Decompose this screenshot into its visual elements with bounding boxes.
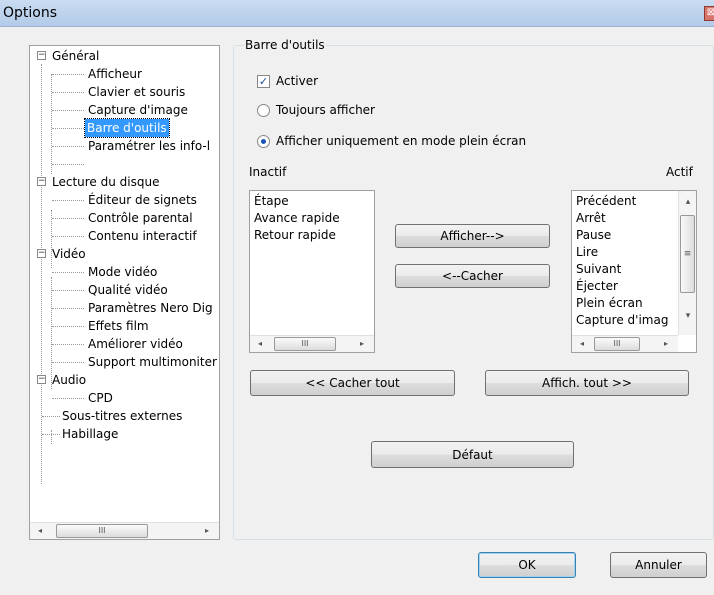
cancel-button[interactable]: Annuler (610, 552, 707, 578)
active-list-horizontal-scrollbar[interactable]: ◂ III ▸ (572, 335, 678, 352)
close-icon[interactable]: ⊠ (704, 6, 714, 21)
tree-item-support-multimoniteur[interactable]: Support multimoniter (86, 353, 219, 371)
tree-line (52, 218, 84, 219)
tree-line (42, 416, 60, 417)
tree-line (52, 200, 84, 201)
collapse-icon[interactable]: − (37, 375, 46, 384)
list-item[interactable]: Avance rapide (254, 210, 340, 227)
fullscreen-only-radio[interactable] (257, 135, 270, 148)
always-show-label: Toujours afficher (276, 103, 375, 117)
scroll-thumb[interactable]: III (594, 337, 640, 351)
collapse-icon[interactable]: − (37, 51, 46, 60)
scroll-left-icon[interactable]: ◂ (32, 523, 48, 539)
scroll-left-icon[interactable]: ◂ (574, 336, 590, 352)
fullscreen-only-label: Afficher uniquement en mode plein écran (276, 134, 527, 148)
tree-line (52, 362, 84, 363)
active-list-vertical-scrollbar[interactable]: ▴ ≡ ▾ (678, 191, 696, 335)
tree-line (41, 64, 42, 484)
title-bar[interactable]: Options ⊠ (0, 0, 714, 27)
tree-item-qualite-video[interactable]: Qualité vidéo (86, 281, 170, 299)
tree-line (52, 236, 84, 237)
ok-button[interactable]: OK (478, 552, 576, 578)
show-button[interactable]: Afficher--> (395, 224, 550, 248)
scroll-thumb[interactable]: III (274, 337, 336, 351)
tree-line (52, 164, 84, 165)
tree-line (52, 398, 84, 399)
tree-line (52, 290, 84, 291)
list-item[interactable]: Précédent (576, 193, 636, 210)
tree-item-video[interactable]: Vidéo (50, 245, 88, 263)
tree-item-sous-titres[interactable]: Sous-titres externes (60, 407, 184, 425)
tree-line (51, 74, 52, 174)
tree-line (52, 92, 84, 93)
scroll-right-icon[interactable]: ▸ (199, 523, 215, 539)
inactive-list-scrollbar[interactable]: ◂ III ▸ (250, 335, 374, 352)
activate-checkbox[interactable]: ✓ (257, 75, 270, 88)
always-show-radio[interactable] (257, 104, 270, 117)
hide-all-button[interactable]: << Cacher tout (250, 370, 455, 396)
options-tree[interactable]: − − − − Général Afficheur Clavier et sou… (29, 45, 220, 540)
tree-item-general[interactable]: Général (50, 47, 101, 65)
tree-item-capture-image[interactable]: Capture d'image (86, 101, 190, 119)
window-title: Options (3, 5, 58, 21)
tree-line (52, 110, 84, 111)
tree-item-controle-parental[interactable]: Contrôle parental (86, 209, 195, 227)
tree-line (51, 430, 52, 444)
scroll-left-icon[interactable]: ◂ (252, 336, 268, 352)
tree-line (52, 74, 84, 75)
tree-item-cpd[interactable]: CPD (86, 389, 115, 407)
list-item[interactable]: Lire (576, 244, 598, 261)
tree-item-lecture-disque[interactable]: Lecture du disque (50, 173, 161, 191)
tree-horizontal-scrollbar[interactable]: ◂ III ▸ (30, 522, 219, 539)
tree-line (42, 434, 60, 435)
active-list[interactable]: Précédent Arrêt Pause Lire Suivant Éject… (571, 190, 697, 353)
show-all-button[interactable]: Affich. tout >> (485, 370, 689, 396)
inactive-label: Inactif (249, 165, 287, 179)
tree-line (52, 344, 84, 345)
group-title: Barre d'outils (244, 38, 326, 52)
scroll-right-icon[interactable]: ▸ (658, 336, 674, 352)
tree-line (52, 326, 84, 327)
tree-item-clavier-souris[interactable]: Clavier et souris (86, 83, 187, 101)
hide-button[interactable]: <--Cacher (395, 264, 550, 288)
list-item[interactable]: Capture d'imag (576, 312, 668, 329)
options-window: Options ⊠ − − − − Général Afficheur Clav… (0, 0, 714, 595)
scroll-down-icon[interactable]: ▾ (680, 309, 696, 323)
tree-line (52, 272, 84, 273)
list-item[interactable]: Étape (254, 193, 289, 210)
tree-line (52, 128, 84, 129)
tree-line (52, 146, 84, 147)
list-item[interactable]: Arrêt (576, 210, 606, 227)
tree-line (52, 308, 84, 309)
list-item[interactable]: Suivant (576, 261, 621, 278)
tree-item-afficheur[interactable]: Afficheur (86, 65, 144, 83)
tree-item-audio[interactable]: Audio (50, 371, 88, 389)
list-item[interactable]: Pause (576, 227, 611, 244)
list-item[interactable]: Éjecter (576, 278, 618, 295)
tree-item-effets-film[interactable]: Effets film (86, 317, 151, 335)
tree-item-info-bulles[interactable]: Paramétrer les info-l (86, 137, 212, 155)
scroll-right-icon[interactable]: ▸ (354, 336, 370, 352)
inactive-list[interactable]: Étape Avance rapide Retour rapide ◂ III … (249, 190, 375, 353)
tree-item-editeur-signets[interactable]: Éditeur de signets (86, 191, 199, 209)
scroll-thumb[interactable]: ≡ (680, 215, 695, 293)
activate-label: Activer (276, 74, 319, 88)
scroll-thumb[interactable]: III (56, 524, 148, 538)
tree-item-ameliorer-video[interactable]: Améliorer vidéo (86, 335, 185, 353)
list-item[interactable]: Retour rapide (254, 227, 336, 244)
collapse-icon[interactable]: − (37, 249, 46, 258)
default-button[interactable]: Défaut (371, 441, 574, 468)
tree-item-contenu-interactif[interactable]: Contenu interactif (86, 227, 199, 245)
tree-item-barre-outils[interactable]: Barre d'outils (84, 118, 170, 138)
tree-item-habillage[interactable]: Habillage (60, 425, 120, 443)
tree-item-parametres-nero[interactable]: Paramètres Nero Dig (86, 299, 215, 317)
tree-item-mode-video[interactable]: Mode vidéo (86, 263, 159, 281)
scroll-up-icon[interactable]: ▴ (680, 195, 696, 209)
active-label: Actif (666, 165, 693, 179)
list-item[interactable]: Plein écran (576, 295, 643, 312)
collapse-icon[interactable]: − (37, 177, 46, 186)
